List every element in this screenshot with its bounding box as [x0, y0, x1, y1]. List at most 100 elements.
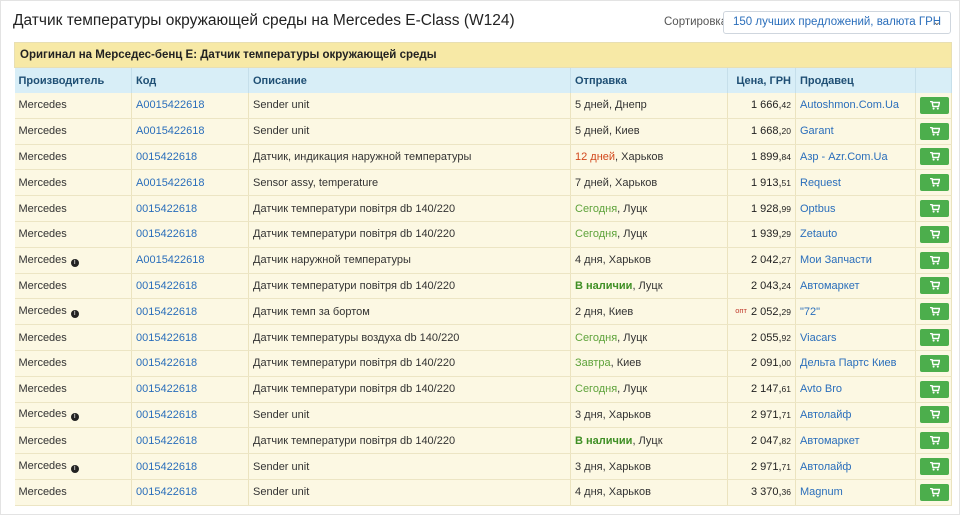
price-kopecks: 27: [781, 255, 791, 266]
add-to-cart-button[interactable]: [920, 122, 949, 140]
part-code-link[interactable]: 0015422618: [136, 383, 197, 395]
part-code-link[interactable]: 0015422618: [136, 280, 197, 292]
seller-link[interactable]: Мои Запчасти: [800, 254, 872, 266]
code-cell: 0015422618: [131, 273, 249, 300]
table-row: Mercedes 0015422618 Датчик температури п…: [14, 273, 952, 300]
seller-link[interactable]: "72": [800, 306, 820, 318]
shipping-city: , Луцк: [617, 331, 648, 344]
cart-cell: [915, 169, 952, 197]
seller-link[interactable]: Magnum: [800, 486, 843, 498]
add-to-cart-button[interactable]: [920, 406, 949, 424]
info-circle-icon[interactable]: i: [70, 413, 79, 422]
part-code-link[interactable]: A0015422618: [136, 177, 205, 189]
part-code-link[interactable]: 0015422618: [136, 486, 197, 498]
add-to-cart-button[interactable]: [920, 225, 949, 243]
page: Датчик температуры окружающей среды на M…: [0, 0, 960, 515]
shipping-city: , Харьков: [615, 150, 664, 163]
price-kopecks: 24: [781, 280, 791, 291]
shipping-cell: В наличии, Луцк: [570, 427, 728, 455]
shopping-cart-icon: [930, 152, 940, 162]
info-circle-icon[interactable]: i: [70, 258, 79, 267]
sort-label: Сортировка:: [664, 16, 731, 28]
shipping-time: 3 дня: [575, 408, 603, 421]
shipping-time: Сегодня: [575, 228, 618, 241]
seller-link[interactable]: Viacars: [800, 332, 836, 344]
add-to-cart-button[interactable]: [920, 354, 949, 372]
shopping-cart-icon: [930, 255, 940, 265]
part-code-link[interactable]: A0015422618: [136, 254, 205, 266]
maker-cell: Mercedes: [14, 273, 132, 300]
table-row: Mercedes 0015422618 Датчик, индикация на…: [14, 144, 952, 171]
part-code-link[interactable]: 0015422618: [136, 306, 197, 318]
add-to-cart-button[interactable]: [920, 329, 949, 347]
seller-link[interactable]: Optbus: [800, 203, 835, 215]
table-row: Mercedes i 0015422618 Sender unit 3 дня, …: [14, 453, 952, 480]
part-code-link[interactable]: 0015422618: [136, 461, 197, 473]
seller-link[interactable]: Автомаркет: [800, 435, 860, 447]
seller-link[interactable]: Autoshmon.Com.Ua: [800, 99, 899, 111]
add-to-cart-button[interactable]: [920, 303, 949, 321]
cart-cell: [915, 376, 952, 403]
cart-cell: [915, 144, 952, 171]
maker-name: Mercedes: [18, 408, 67, 421]
info-circle-icon[interactable]: i: [70, 465, 79, 474]
part-code-link[interactable]: 0015422618: [136, 332, 197, 344]
seller-link[interactable]: Автолайф: [800, 461, 851, 473]
part-code-link[interactable]: 0015422618: [136, 357, 197, 369]
add-to-cart-button[interactable]: [920, 251, 949, 269]
part-code-link[interactable]: 0015422618: [136, 203, 197, 215]
shipping-time: 2 дня: [575, 305, 603, 318]
seller-link[interactable]: Request: [800, 177, 841, 189]
description-cell: Sender unit: [248, 453, 571, 480]
shipping-cell: Завтра, Киев: [570, 350, 728, 377]
description-cell: Датчик температуры воздуха db 140/220: [248, 324, 571, 351]
seller-link[interactable]: Avto Bro: [800, 383, 842, 395]
description-cell: Sender unit: [248, 479, 571, 506]
shipping-cell: 3 дня, Харьков: [570, 453, 728, 480]
col-header-maker[interactable]: Производитель: [14, 67, 132, 93]
add-to-cart-button[interactable]: [920, 432, 949, 450]
info-circle-icon[interactable]: i: [70, 310, 79, 319]
description-cell: Датчик температури повітря db 140/220: [248, 427, 571, 455]
maker-cell: Mercedes i: [14, 402, 132, 429]
part-code-link[interactable]: 0015422618: [136, 151, 197, 163]
shipping-cell: 5 дней, Киев: [570, 118, 728, 145]
col-header-price[interactable]: Цена, ГРН: [727, 67, 796, 93]
shopping-cart-icon: [930, 333, 940, 342]
part-code-link[interactable]: 0015422618: [136, 435, 197, 447]
seller-link[interactable]: Garant: [800, 125, 834, 137]
part-code-link[interactable]: A0015422618: [136, 99, 205, 111]
sort-select[interactable]: 150 лучших предложений, валюта ГРН ⌄: [723, 11, 951, 34]
description-cell: Датчик темп за бортом: [248, 298, 571, 326]
maker-cell: Mercedes i: [14, 453, 132, 480]
seller-link[interactable]: Азр - Azr.Com.Ua: [800, 151, 888, 163]
add-to-cart-button[interactable]: [920, 277, 949, 295]
maker-cell: Mercedes: [14, 324, 132, 351]
add-to-cart-button[interactable]: [920, 483, 949, 501]
col-header-code[interactable]: Код: [131, 67, 249, 93]
price-kopecks: 71: [781, 461, 791, 472]
add-to-cart-button[interactable]: [920, 174, 949, 192]
part-code-link[interactable]: 0015422618: [136, 228, 197, 240]
cart-cell: [915, 453, 952, 480]
col-header-description[interactable]: Описание: [248, 67, 571, 93]
cart-cell: [915, 427, 952, 455]
add-to-cart-button[interactable]: [920, 200, 949, 218]
seller-link[interactable]: Zetauto: [800, 228, 837, 240]
price-cell: 2 971,71: [727, 402, 796, 429]
seller-link[interactable]: Автолайф: [800, 409, 851, 421]
seller-link[interactable]: Автомаркет: [800, 280, 860, 292]
add-to-cart-button[interactable]: [920, 148, 949, 166]
add-to-cart-button[interactable]: [920, 380, 949, 398]
part-code-link[interactable]: A0015422618: [136, 125, 205, 137]
seller-link[interactable]: Дельта Партс Киев: [800, 357, 896, 369]
price-main: 2 042,: [750, 254, 782, 267]
part-code-link[interactable]: 0015422618: [136, 409, 197, 421]
add-to-cart-button[interactable]: [920, 96, 949, 114]
price-main: 1 939,: [750, 228, 782, 241]
shipping-cell: 2 дня, Киев: [570, 298, 728, 326]
col-header-seller[interactable]: Продавец: [795, 67, 916, 93]
col-header-shipping[interactable]: Отправка: [570, 67, 728, 93]
price-cell: 3 370,36: [727, 479, 796, 506]
add-to-cart-button[interactable]: [920, 458, 949, 476]
